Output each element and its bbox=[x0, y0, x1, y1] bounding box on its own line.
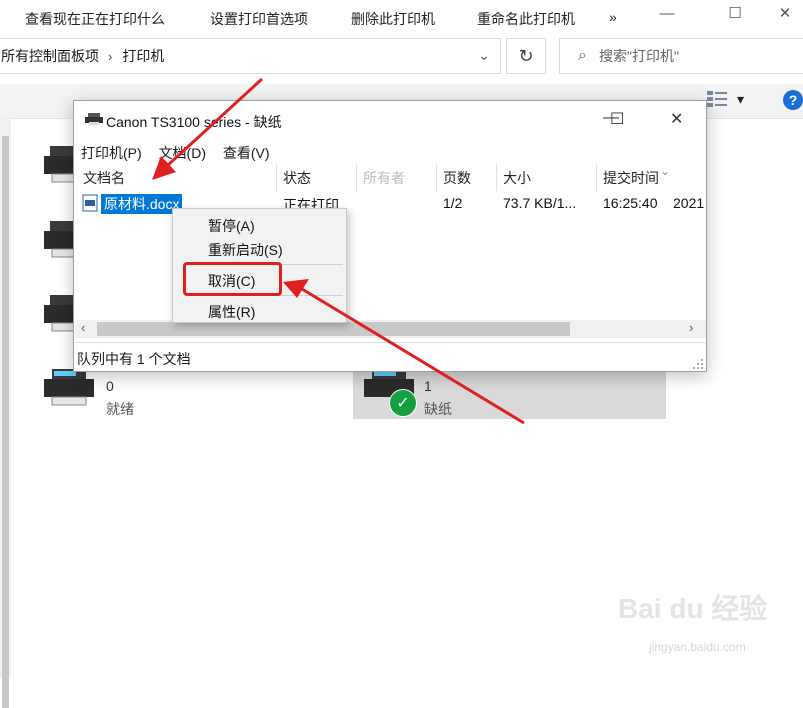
view-dropdown-icon[interactable]: ▾ bbox=[737, 91, 744, 108]
dialog-title: Canon TS3100 series - 缺纸 bbox=[106, 114, 282, 130]
menu-view[interactable]: 查看(V) bbox=[223, 145, 270, 161]
scroll-right-icon[interactable]: › bbox=[689, 320, 693, 335]
printing-preferences-button[interactable]: 设置打印首选项 bbox=[210, 9, 308, 29]
sort-indicator-icon: ⌄ bbox=[660, 163, 671, 178]
menu-item-properties[interactable]: 属性(R) bbox=[208, 302, 255, 322]
column-owner[interactable]: 所有者 bbox=[363, 164, 405, 191]
column-submitted[interactable]: 提交时间 bbox=[603, 164, 659, 191]
change-view-icon[interactable] bbox=[707, 91, 727, 107]
breadcrumb-printers[interactable]: 打印机 bbox=[121, 46, 164, 66]
close-button[interactable]: ✕ bbox=[770, 0, 800, 26]
refresh-button[interactable]: ↻ bbox=[506, 38, 546, 74]
annotation-highlight-box bbox=[183, 262, 282, 296]
search-placeholder: 搜索"打印机" bbox=[598, 48, 679, 64]
rename-printer-button[interactable]: 重命名此打印机 bbox=[477, 9, 575, 29]
job-pages: 1/2 bbox=[443, 195, 463, 211]
resize-grip-icon[interactable] bbox=[693, 359, 703, 369]
vertical-scrollbar[interactable] bbox=[0, 118, 11, 708]
printer-status: 缺纸 bbox=[424, 401, 452, 417]
search-box[interactable]: ⌕ 搜索"打印机" bbox=[559, 38, 803, 74]
job-submit-date: 2021 bbox=[673, 195, 705, 211]
breadcrumb-control-panel[interactable]: 所有控制面板项 bbox=[0, 46, 99, 66]
horizontal-scrollbar[interactable]: ‹ › bbox=[75, 320, 706, 338]
column-document-name[interactable]: 文档名 bbox=[83, 164, 125, 191]
column-size[interactable]: 大小 bbox=[503, 164, 531, 191]
menu-printer[interactable]: 打印机(P) bbox=[81, 145, 142, 161]
dialog-status-bar: 队列中有 1 个文档 bbox=[75, 342, 706, 372]
menu-item-restart[interactable]: 重新启动(S) bbox=[208, 240, 283, 260]
watermark-logo: Bai du 经验 bbox=[618, 593, 768, 624]
breadcrumb-separator-icon: › bbox=[108, 48, 113, 64]
help-button[interactable]: ? bbox=[783, 90, 803, 110]
minimize-button[interactable]: — bbox=[652, 0, 682, 26]
printer-job-count: 0 bbox=[106, 378, 114, 394]
delete-printer-button[interactable]: 删除此打印机 bbox=[351, 9, 435, 29]
address-dropdown-icon[interactable]: ⌄ bbox=[478, 47, 490, 64]
menu-item-pause[interactable]: 暂停(A) bbox=[208, 216, 255, 236]
search-icon: ⌕ bbox=[578, 47, 587, 64]
see-whats-printing-button[interactable]: 查看现在正在打印什么 bbox=[25, 9, 165, 29]
watermark-url: jingyan.baidu.com bbox=[649, 640, 746, 654]
address-bar[interactable]: 所有控制面板项 › 打印机 ⌄ bbox=[0, 38, 501, 74]
default-printer-check-icon: ✓ bbox=[389, 389, 417, 417]
printer-title-icon bbox=[85, 113, 103, 125]
document-icon bbox=[82, 194, 98, 212]
printer-status: 就绪 bbox=[106, 401, 134, 417]
queue-status-text: 队列中有 1 个文档 bbox=[77, 351, 191, 367]
dialog-menubar: 打印机(P) 文档(D) 查看(V) bbox=[81, 143, 283, 163]
print-queue-dialog: Canon TS3100 series - 缺纸 — ☐ ✕ 打印机(P) 文档… bbox=[73, 100, 707, 372]
dialog-maximize-button[interactable]: ☐ bbox=[610, 109, 624, 129]
printer-icon[interactable] bbox=[42, 369, 96, 407]
column-pages[interactable]: 页数 bbox=[443, 164, 471, 191]
column-status[interactable]: 状态 bbox=[283, 164, 311, 191]
job-size: 73.7 KB/1... bbox=[503, 195, 577, 211]
scroll-left-icon[interactable]: ‹ bbox=[81, 320, 85, 335]
maximize-button[interactable]: ☐ bbox=[720, 0, 750, 26]
printer-job-count: 1 bbox=[424, 378, 432, 394]
more-commands-icon[interactable]: » bbox=[609, 9, 617, 25]
job-submit-time: 16:25:40 bbox=[603, 195, 658, 211]
document-name-selected[interactable]: 原材料.docx bbox=[101, 194, 183, 214]
menu-document[interactable]: 文档(D) bbox=[159, 145, 206, 161]
dialog-close-button[interactable]: ✕ bbox=[670, 109, 683, 129]
